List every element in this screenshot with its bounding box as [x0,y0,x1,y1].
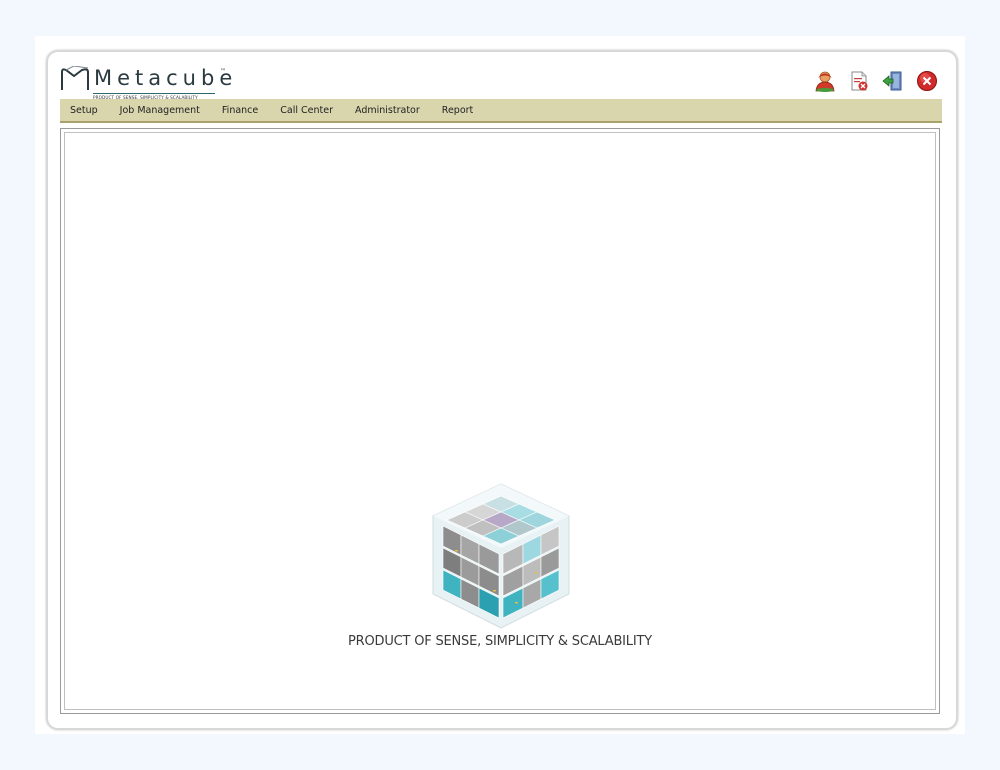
menu-item-setup[interactable]: Setup [60,105,109,116]
logo-trademark: ™ [220,68,226,75]
main-menubar: Setup Job Management Finance Call Center… [60,99,942,123]
menu-item-report[interactable]: Report [431,105,485,116]
logout-door-icon[interactable] [882,70,904,92]
document-delete-icon[interactable] [848,70,870,92]
menu-item-call-center[interactable]: Call Center [269,105,344,116]
app-window: Metacube ™ PRODUCT OF SENSE, SIMPLICITY … [46,50,958,730]
menu-item-administrator[interactable]: Administrator [344,105,431,116]
header: Metacube ™ PRODUCT OF SENSE, SIMPLICITY … [60,60,940,100]
close-icon[interactable] [916,70,938,92]
user-profile-icon[interactable] [814,70,836,92]
logo-m-icon [61,66,89,90]
metacube-logo[interactable]: Metacube ™ PRODUCT OF SENSE, SIMPLICITY … [60,64,240,104]
metacube-cube-graphic [432,483,570,629]
product-tagline: PRODUCT OF SENSE, SIMPLICITY & SCALABILI… [348,634,652,649]
logo-wordmark: Metacube [94,66,238,90]
menu-item-job-management[interactable]: Job Management [109,105,211,116]
main-content-area: PRODUCT OF SENSE, SIMPLICITY & SCALABILI… [60,128,940,714]
menu-item-finance[interactable]: Finance [211,105,269,116]
header-toolbar [814,70,938,96]
